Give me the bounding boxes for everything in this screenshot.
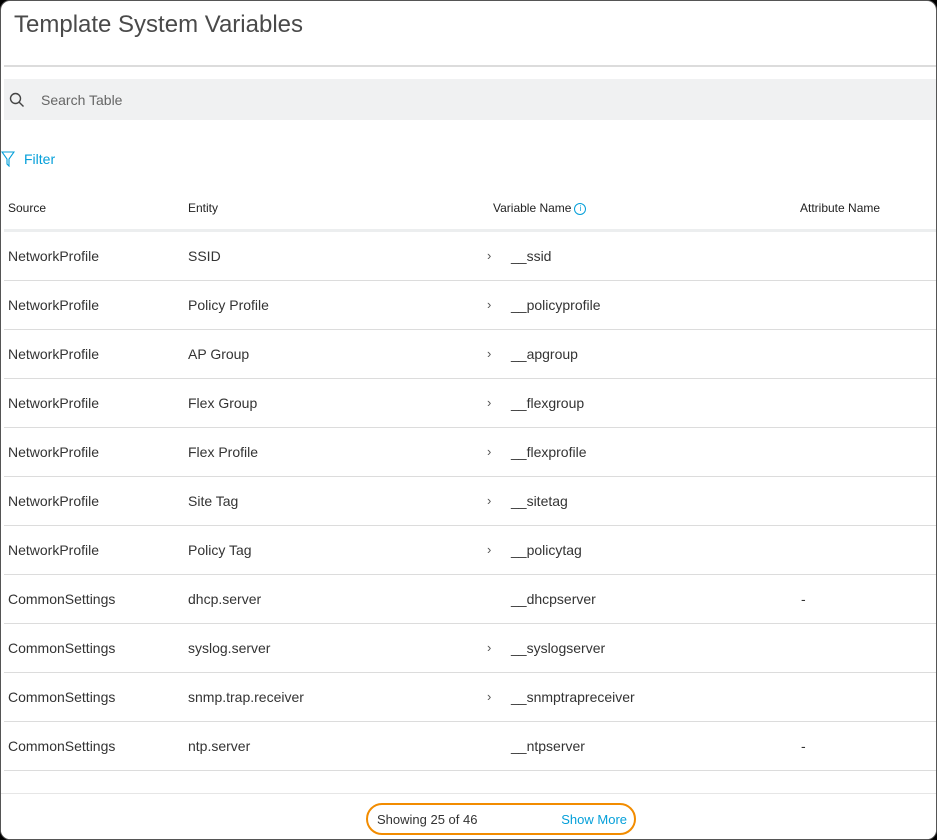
source-cell: CommonSettings xyxy=(8,689,116,705)
chevron-right-icon[interactable]: › xyxy=(487,689,491,704)
attribute-name-cell: - xyxy=(801,591,806,607)
source-cell: CommonSettings xyxy=(8,591,116,607)
table-row[interactable]: NetworkProfile Flex Group › __flexgroup xyxy=(4,379,936,428)
source-cell: NetworkProfile xyxy=(8,248,100,264)
divider xyxy=(4,65,936,67)
search-input[interactable] xyxy=(39,90,643,109)
variable-name-cell: __ssid xyxy=(511,248,552,264)
chevron-right-icon[interactable]: › xyxy=(487,493,491,508)
filter-label: Filter xyxy=(24,151,56,167)
chevron-right-icon[interactable]: › xyxy=(487,346,491,361)
template-system-variables-window: Template System Variables Filter Source … xyxy=(0,0,937,840)
entity-cell: Site Tag xyxy=(188,493,239,509)
table-row[interactable]: NetworkProfile Site Tag › __sitetag xyxy=(4,477,936,526)
column-header-attribute-name[interactable]: Attribute Name xyxy=(800,201,880,215)
search-bar xyxy=(4,79,936,120)
chevron-right-icon[interactable]: › xyxy=(487,248,491,263)
table-row[interactable]: NetworkProfile Policy Profile › __policypr… xyxy=(4,281,936,330)
source-cell: NetworkProfile xyxy=(8,444,100,460)
variable-name-cell: __syslogserver xyxy=(511,640,606,656)
table-header: Source Entity Variable Name i Attribute N… xyxy=(4,197,936,232)
entity-cell: snmp.trap.receiver xyxy=(188,689,304,705)
source-cell: NetworkProfile xyxy=(8,493,100,509)
entity-cell: Flex Group xyxy=(188,395,258,411)
entity-cell: Flex Profile xyxy=(188,444,259,460)
entity-cell: Policy Profile xyxy=(188,297,269,313)
entity-cell: AP Group xyxy=(188,346,250,362)
table-row[interactable]: NetworkProfile Policy Tag › __policytag xyxy=(4,526,936,575)
show-more-link[interactable]: Show More xyxy=(561,812,627,827)
table-row[interactable]: CommonSettings dhcp.server __dhcpserver - xyxy=(4,575,936,624)
chevron-right-icon[interactable]: › xyxy=(487,444,491,459)
source-cell: NetworkProfile xyxy=(8,542,100,558)
entity-cell: syslog.server xyxy=(188,640,271,656)
table-row[interactable]: CommonSettings ntp.server __ntpserver - xyxy=(4,722,936,771)
source-cell: NetworkProfile xyxy=(8,346,100,362)
filter-button[interactable]: Filter xyxy=(1,151,55,167)
table-row[interactable]: NetworkProfile SSID › __ssid xyxy=(4,232,936,281)
entity-cell: dhcp.server xyxy=(188,591,262,607)
table-row[interactable]: CommonSettings syslog.server › __syslogser… xyxy=(4,624,936,673)
source-cell: NetworkProfile xyxy=(8,297,100,313)
column-header-variable-label: Variable Name xyxy=(493,201,572,215)
variable-name-cell: __snmptrapreceiver xyxy=(511,689,635,705)
source-cell: NetworkProfile xyxy=(8,395,100,411)
entity-cell: Policy Tag xyxy=(188,542,252,558)
chevron-right-icon[interactable]: › xyxy=(487,297,491,312)
variable-name-cell: __flexgroup xyxy=(511,395,585,411)
variable-name-cell: __policyprofile xyxy=(511,297,601,313)
entity-cell: SSID xyxy=(188,248,221,264)
pagination-summary: Showing 25 of 46 Show More xyxy=(366,803,636,835)
table-row[interactable]: CommonSettings snmp.trap.receiver › __snmp… xyxy=(4,673,936,722)
chevron-right-icon[interactable]: › xyxy=(487,395,491,410)
table-row[interactable]: NetworkProfile AP Group › __apgroup xyxy=(4,330,936,379)
column-header-source[interactable]: Source xyxy=(8,201,46,215)
showing-count: Showing 25 of 46 xyxy=(377,812,478,827)
page-title: Template System Variables xyxy=(14,11,304,38)
search-icon xyxy=(9,92,24,107)
chevron-right-icon[interactable]: › xyxy=(487,640,491,655)
variable-name-cell: __flexprofile xyxy=(511,444,587,460)
table-row[interactable]: NetworkProfile Flex Profile › __flexprofil… xyxy=(4,428,936,477)
table-row-clipped xyxy=(4,771,936,793)
chevron-right-icon[interactable]: › xyxy=(487,542,491,557)
variable-name-cell: __dhcpserver xyxy=(511,591,596,607)
column-header-entity[interactable]: Entity xyxy=(188,201,218,215)
variable-name-cell: __sitetag xyxy=(511,493,568,509)
variable-name-cell: __apgroup xyxy=(511,346,578,362)
column-header-variable-name[interactable]: Variable Name i xyxy=(493,201,587,215)
info-icon[interactable]: i xyxy=(574,202,587,215)
table-body: NetworkProfile SSID › __ssid NetworkProfil… xyxy=(4,232,936,793)
variable-name-cell: __policytag xyxy=(511,542,582,558)
source-cell: CommonSettings xyxy=(8,640,116,656)
variable-name-cell: __ntpserver xyxy=(511,738,585,754)
filter-icon xyxy=(1,151,15,167)
attribute-name-cell: - xyxy=(801,738,806,754)
source-cell: CommonSettings xyxy=(8,738,116,754)
table-footer: Showing 25 of 46 Show More xyxy=(1,793,936,839)
entity-cell: ntp.server xyxy=(188,738,251,754)
